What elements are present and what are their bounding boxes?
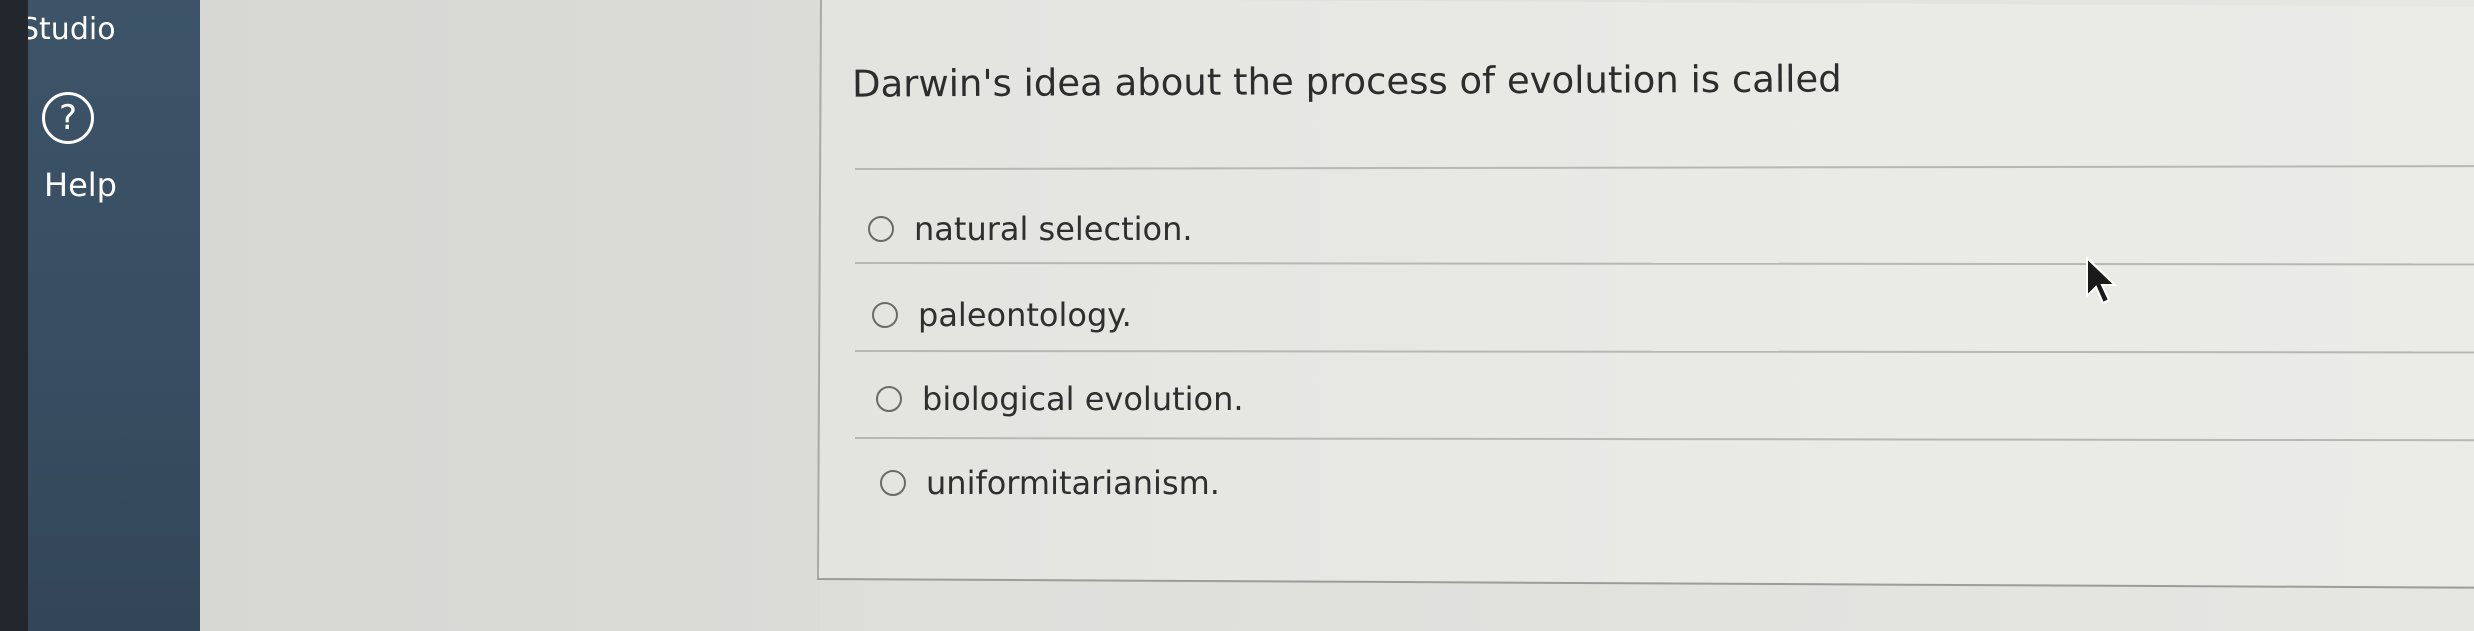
- answer-option-4[interactable]: uniformitarianism.: [880, 464, 1220, 502]
- option-label: biological evolution.: [922, 380, 1244, 418]
- radio-button[interactable]: [868, 216, 894, 242]
- monitor-bezel: [0, 0, 28, 631]
- sidebar-item-studio[interactable]: Studio: [20, 12, 116, 47]
- question-text: Darwin's idea about the process of evolu…: [851, 57, 1842, 106]
- answer-option-1[interactable]: natural selection.: [868, 210, 1193, 248]
- option-label: paleontology.: [918, 296, 1132, 334]
- help-icon-glyph: ?: [58, 98, 78, 138]
- mouse-pointer-icon: [2086, 256, 2118, 305]
- radio-button[interactable]: [880, 470, 906, 496]
- option-label: uniformitarianism.: [926, 464, 1220, 502]
- answer-option-2[interactable]: paleontology.: [872, 296, 1132, 334]
- sidebar-item-help[interactable]: Help: [44, 166, 117, 204]
- option-label: natural selection.: [914, 210, 1193, 248]
- answer-option-3[interactable]: biological evolution.: [876, 380, 1244, 418]
- screen: Studio ? Help Darwin's idea about the pr…: [0, 0, 2474, 631]
- content-left-area: [200, 0, 820, 631]
- radio-button[interactable]: [872, 302, 898, 328]
- radio-button[interactable]: [876, 386, 902, 412]
- question-circle-icon[interactable]: ?: [42, 92, 94, 144]
- sidebar: Studio ? Help: [0, 0, 200, 631]
